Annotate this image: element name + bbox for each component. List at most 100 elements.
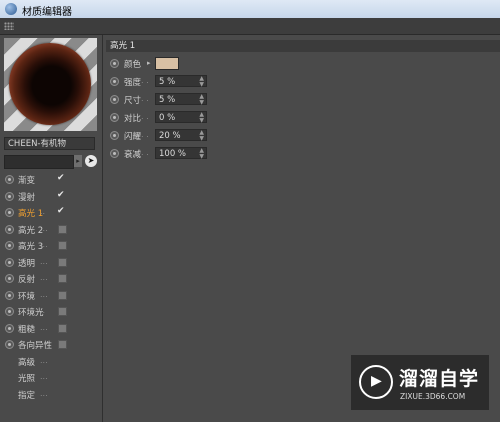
channel-radio-icon[interactable] [5,191,14,201]
channel-checkbox[interactable] [58,307,67,316]
spinner-arrows-icon[interactable]: ▲ ▼ [199,94,204,106]
property-label: 衰减 [124,150,142,160]
channel-radio-icon[interactable] [5,290,14,300]
property-dots: . . [141,148,149,157]
channel-checkbox[interactable] [58,290,67,300]
channel-dots: ... [40,256,48,266]
property-row: 衰减. . 100 % ▲ ▼ [103,147,403,161]
channel-checkbox[interactable] [58,340,67,349]
channel-item[interactable]: 粗糙... [0,322,100,337]
left-pane: CHEEN-有机物 ▸ ➤ 渐变 ✔ 漫射 ✔ 高光 1.. ✔ 高光 2... 高光 3..… [0,35,103,422]
channel-label: 漫射 [18,192,36,203]
channel-check-icon[interactable]: ✔ [57,174,66,183]
channel-checkbox[interactable] [58,274,67,283]
channel-radio-icon[interactable] [5,241,14,250]
spinner-arrows-icon[interactable]: ▲ ▼ [199,148,204,160]
property-row: 对比. . 0 % ▲ ▼ [103,111,403,125]
channel-dots: ... [40,355,48,365]
channel-item[interactable]: 透明... [0,256,100,271]
channel-dots: ... [40,372,48,381]
channel-item[interactable]: 高光 2... [0,223,100,238]
property-radio-icon[interactable] [110,131,119,140]
watermark-name: 溜溜自学 [399,368,480,390]
channel-checkbox[interactable] [58,323,67,333]
channel-item[interactable]: 环境光.. [0,305,100,320]
channel-checkbox[interactable] [58,257,67,267]
spinner-arrows-icon[interactable]: ▲ ▼ [199,130,204,142]
window-title: 材质编辑器 [22,7,72,18]
property-radio-icon[interactable] [110,113,119,122]
section-header: 高光 1 [106,40,500,52]
channel-radio-icon[interactable] [5,208,14,217]
channel-dots: ... [40,273,48,282]
property-value-field[interactable]: 0 % ▲ ▼ [155,111,207,124]
pick-icon[interactable]: ➤ [85,155,97,167]
property-label: 尺寸 [124,96,142,106]
layer-dropdown-arrow[interactable]: ▸ [74,155,82,167]
property-value-field[interactable]: 100 % ▲ ▼ [155,147,207,160]
channel-item[interactable]: 各向异性 [0,338,100,353]
material-preview[interactable] [4,38,97,131]
property-row: 强度. . 5 % ▲ ▼ [103,75,403,89]
channel-radio-icon[interactable] [5,257,14,267]
channel-dots: .. [40,306,46,315]
property-row: 闪耀. . 20 % ▲ ▼ [103,129,403,143]
channel-label: 渐变 [18,176,36,186]
property-dots: . . [141,112,149,121]
channel-dots: ... [40,322,48,332]
channel-check-icon[interactable]: ✔ [57,207,66,216]
property-radio-icon[interactable] [110,77,119,86]
channel-label: 环境 [18,291,36,302]
channel-label: 高级 [18,357,36,368]
channel-item[interactable]: 渐变 ✔ [0,173,100,188]
color-swatch[interactable] [155,57,179,70]
channel-item[interactable]: 高光 1.. ✔ [0,206,100,221]
menu-bar [0,18,500,35]
channel-dots: ... [40,388,48,398]
property-label: 对比 [124,114,142,124]
channel-radio-icon[interactable] [5,323,14,333]
spinner-arrows-icon[interactable]: ▲ ▼ [199,76,204,88]
channel-radio-icon[interactable] [5,175,14,184]
channel-radio-icon[interactable] [5,340,14,349]
channel-item[interactable]: 高光 3... [0,239,100,254]
channel-dots: ... [40,223,48,233]
property-radio-icon[interactable] [110,95,119,104]
app-icon [5,3,17,15]
spinner-arrows-icon[interactable]: ▲ ▼ [199,112,204,124]
preview-sphere [9,43,91,125]
property-value-field[interactable]: 20 % ▲ ▼ [155,129,207,142]
expand-arrow-icon[interactable]: ▸ [147,59,151,67]
channel-item[interactable]: 高级... [0,355,100,370]
channel-item[interactable]: 环境... [0,289,100,304]
channel-item[interactable]: 反射... [0,272,100,287]
property-row: 颜色 ▸ [103,57,403,71]
watermark-url: ZIXUE.3D66.COM [400,392,466,401]
property-value: 0 % [159,113,176,123]
channel-item[interactable]: 漫射 ✔ [0,190,100,205]
watermark: 溜溜自学 ZIXUE.3D66.COM [351,355,489,410]
channel-label: 反射 [18,275,36,285]
channel-item[interactable]: 指定... [0,388,100,403]
property-value-field[interactable]: 5 % ▲ ▼ [155,93,207,106]
property-dots: . . [141,130,149,139]
grip-icon[interactable] [4,22,14,30]
material-name[interactable]: CHEEN-有机物 [4,137,95,150]
property-radio-icon[interactable] [110,149,119,158]
layer-field[interactable] [4,155,74,169]
channel-radio-icon[interactable] [5,307,14,316]
channel-check-icon[interactable]: ✔ [57,190,66,200]
channel-dots: ... [40,240,48,249]
channel-radio-icon[interactable] [5,224,14,234]
channel-dots: .. [40,207,46,216]
watermark-logo-icon [359,365,393,399]
channel-item[interactable]: 光照... [0,371,100,386]
title-bar: 材质编辑器 [0,0,500,18]
channel-checkbox[interactable] [58,241,67,250]
channel-label: 各向异性 [18,341,53,351]
property-radio-icon[interactable] [110,59,119,68]
channel-radio-icon[interactable] [5,274,14,283]
channel-checkbox[interactable] [58,224,67,234]
property-value-field[interactable]: 5 % ▲ ▼ [155,75,207,88]
property-value: 5 % [159,77,176,87]
